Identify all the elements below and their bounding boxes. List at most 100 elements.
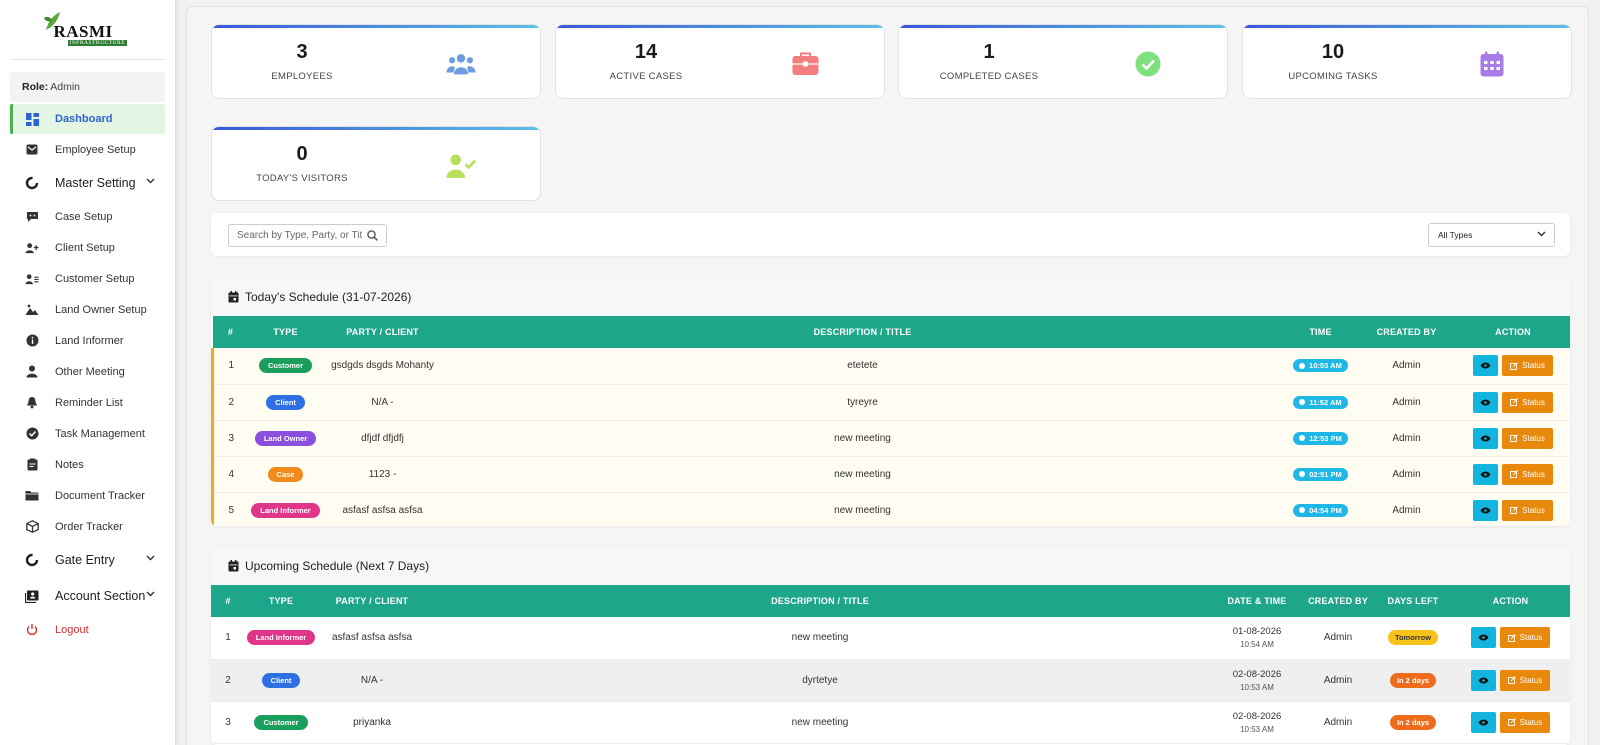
view-button[interactable] (1473, 499, 1499, 521)
view-button[interactable] (1470, 669, 1496, 691)
time-value: 12:53 PM (1309, 433, 1342, 443)
type-badge: Customer (258, 358, 312, 374)
column-header: # (212, 316, 249, 348)
eye-icon (1478, 677, 1489, 683)
search-input[interactable] (228, 224, 387, 247)
sidebar-item-label: Land Owner Setup (55, 303, 147, 316)
description-cell: new meeting (427, 701, 1213, 744)
status-button[interactable]: Status (1502, 499, 1553, 521)
edit-icon (1510, 361, 1519, 370)
check-circle-icon (1133, 49, 1163, 79)
todays-schedule-table: # TYPE PARTY / CLIENT DESCRIPTION / TITL… (211, 316, 1570, 526)
view-button[interactable] (1473, 355, 1499, 377)
sidebar-item-label: Task Management (55, 427, 145, 440)
description-cell: new meeting (442, 492, 1283, 526)
stat-label: UPCOMING TASKS (1288, 71, 1378, 82)
party-cell: 1123 - (322, 456, 443, 493)
stat-label: ACTIVE CASES (609, 71, 683, 82)
sidebar-item-land-owner-setup[interactable]: Land Owner Setup (0, 294, 175, 325)
status-button[interactable]: Status (1502, 463, 1553, 485)
calendar-icon (1477, 49, 1507, 79)
column-header: TIME (1282, 316, 1359, 348)
panel-title: Today's Schedule (31-07-2026) (245, 290, 412, 304)
role-indicator: Role: Admin (10, 72, 165, 102)
status-button[interactable]: Status (1502, 355, 1553, 377)
sidebar-item-employee-setup[interactable]: Employee Setup (0, 134, 175, 165)
sidebar-item-order-tracker[interactable]: Order Tracker (0, 511, 175, 542)
edit-icon (1510, 398, 1519, 406)
logo[interactable]: RASMI INFRASTRUCTURE (10, 0, 165, 60)
sidebar-item-label: Other Meeting (55, 365, 125, 378)
sidebar-item-label: Employee Setup (55, 143, 136, 156)
sidebar-item-master-setting[interactable]: Master Setting (0, 165, 175, 201)
date-value: 02-08-2026 (1232, 668, 1282, 680)
sidebar-item-notes[interactable]: Notes (0, 449, 175, 480)
pie-icon (25, 553, 39, 567)
status-button[interactable]: Status (1499, 711, 1551, 733)
party-cell: asfasf asfsa asfsa (317, 617, 427, 660)
sidebar-item-dashboard[interactable]: Dashboard (10, 104, 165, 134)
calendar-icon (228, 291, 239, 303)
stat-value: 3 (296, 41, 308, 63)
stat-card-active-cases[interactable]: 14 ACTIVE CASES (555, 24, 885, 99)
view-button[interactable] (1470, 627, 1496, 649)
sidebar-item-label: Client Setup (55, 241, 115, 254)
days-left-badge: In 2 days (1389, 714, 1437, 730)
view-button[interactable] (1470, 711, 1496, 733)
column-header: PARTY / CLIENT (322, 316, 443, 348)
sidebar-item-logout[interactable]: Logout (0, 614, 175, 645)
created-by-cell: Admin (1358, 456, 1455, 493)
created-by-cell: Admin (1358, 420, 1455, 457)
type-select[interactable]: All Types (1428, 223, 1555, 247)
eye-icon (1480, 435, 1491, 441)
sidebar-item-customer-setup[interactable]: Customer Setup (0, 263, 175, 294)
status-label: Status (1519, 717, 1543, 727)
eye-icon (1478, 634, 1489, 641)
table-row: 3 Customer priyanka new meeting 02-08-20… (211, 701, 1570, 744)
stat-card-todays-visitors[interactable]: 0 TODAY'S VISITORS (211, 126, 541, 201)
sidebar-item-label: Notes (55, 458, 84, 471)
column-header: DESCRIPTION / TITLE (442, 316, 1283, 348)
sidebar-item-case-setup[interactable]: Case Setup (0, 201, 175, 232)
sidebar-item-document-tracker[interactable]: Document Tracker (0, 480, 175, 511)
stat-card-completed-cases[interactable]: 1 COMPLETED CASES (898, 24, 1228, 99)
todays-schedule-panel: Today's Schedule (31-07-2026) # TYPE PAR… (211, 278, 1570, 526)
sidebar-item-gate-entry[interactable]: Gate Entry (0, 542, 175, 578)
sidebar-item-task-management[interactable]: Task Management (0, 418, 175, 449)
view-button[interactable] (1473, 427, 1499, 449)
status-button[interactable]: Status (1499, 669, 1551, 691)
status-button[interactable]: Status (1502, 391, 1553, 413)
party-cell: gsdgds dsgds Mohanty (322, 348, 443, 385)
sidebar-item-reminder-list[interactable]: Reminder List (0, 387, 175, 418)
user-plus-icon (25, 241, 39, 255)
type-badge: Land Informer (251, 502, 320, 518)
sidebar-item-label: Logout (55, 623, 89, 636)
eye-icon (1480, 399, 1491, 405)
view-button[interactable] (1473, 463, 1499, 485)
sidebar-item-account-section[interactable]: Account Section (0, 578, 175, 614)
stat-value: 14 (634, 41, 658, 63)
stat-label: TODAY'S VISITORS (256, 173, 348, 184)
sidebar-item-client-setup[interactable]: Client Setup (0, 232, 175, 263)
edit-icon (1510, 506, 1519, 514)
column-header: DAYS LEFT (1375, 585, 1451, 617)
panel-header: Upcoming Schedule (Next 7 Days) (211, 547, 1570, 585)
description-cell: new meeting (442, 420, 1283, 457)
stat-card-upcoming-tasks[interactable]: 10 UPCOMING TASKS (1242, 24, 1572, 99)
sidebar-item-label: Order Tracker (55, 520, 123, 533)
sidebar-item-label: Gate Entry (55, 553, 115, 567)
column-header: CREATED BY (1301, 585, 1375, 617)
sidebar-item-land-informer[interactable]: Land Informer (0, 325, 175, 356)
party-cell: priyanka (317, 701, 427, 744)
view-button[interactable] (1473, 391, 1499, 413)
check-circle-icon (25, 427, 39, 441)
table-row: 5 Land Informer asfasf asfsa asfsa new m… (211, 492, 1570, 526)
status-button[interactable]: Status (1502, 427, 1553, 449)
search-icon[interactable] (367, 230, 378, 241)
edit-icon (1507, 718, 1516, 726)
sidebar-item-other-meeting[interactable]: Other Meeting (0, 356, 175, 387)
stat-card-employees[interactable]: 3 EMPLOYEES (211, 24, 541, 99)
status-button[interactable]: Status (1499, 627, 1551, 649)
status-label: Status (1519, 633, 1543, 643)
users-icon (446, 49, 476, 79)
